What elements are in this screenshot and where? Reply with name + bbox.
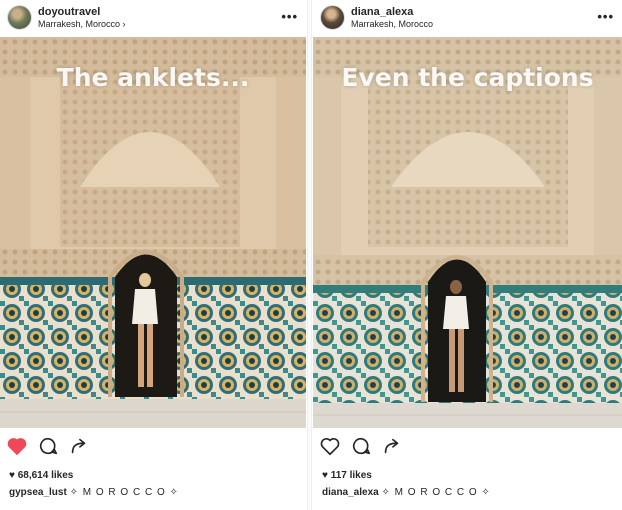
post-right: diana_alexa Marrakesh, Morocco ••• Even …: [313, 0, 622, 510]
share-icon[interactable]: [68, 435, 90, 457]
caption-username[interactable]: gypsea_lust: [9, 487, 67, 498]
post-caption: gypsea_lust ✧ M O R O C C O ✧: [9, 487, 179, 498]
post-header: diana_alexa Marrakesh, Morocco •••: [313, 0, 622, 37]
like-count[interactable]: ♥ 68,614 likes: [9, 470, 73, 481]
post-photo[interactable]: Even the captions: [313, 37, 622, 428]
post-username[interactable]: doyoutravel: [38, 6, 100, 18]
caption-username[interactable]: diana_alexa: [322, 487, 379, 498]
share-icon[interactable]: [381, 435, 403, 457]
photo-overlay-text: The anklets...: [56, 63, 250, 92]
post-username[interactable]: diana_alexa: [351, 6, 413, 18]
caption-text: ✧ M O R O C C O ✧: [69, 487, 179, 498]
post-photo[interactable]: The anklets...: [0, 37, 306, 428]
avatar[interactable]: [320, 5, 345, 30]
likes-text: 117 likes: [330, 470, 372, 481]
avatar[interactable]: [7, 5, 32, 30]
location-text: Marrakesh, Morocco: [38, 19, 121, 29]
courtyard-photo: [0, 37, 306, 428]
caption-text: ✧ M O R O C C O ✧: [381, 487, 491, 498]
heart-icon: ♥: [322, 470, 328, 481]
post-actions: [0, 431, 306, 461]
post-caption: diana_alexa ✧ M O R O C C O ✧: [322, 487, 491, 498]
more-options-icon[interactable]: •••: [597, 9, 614, 24]
post-location[interactable]: Marrakesh, Morocco ›: [38, 19, 126, 29]
comment-icon[interactable]: [37, 435, 59, 457]
comment-icon[interactable]: [350, 435, 372, 457]
more-options-icon[interactable]: •••: [281, 9, 298, 24]
heart-icon: ♥: [9, 470, 15, 481]
chevron-right-icon: ›: [122, 19, 126, 29]
heart-icon[interactable]: [319, 435, 341, 457]
post-divider: [307, 0, 312, 510]
like-count[interactable]: ♥ 117 likes: [322, 470, 372, 481]
heart-icon[interactable]: [6, 435, 28, 457]
post-left: doyoutravel Marrakesh, Morocco › ••• The…: [0, 0, 306, 510]
courtyard-photo: [313, 37, 622, 428]
post-header: doyoutravel Marrakesh, Morocco › •••: [0, 0, 306, 37]
likes-text: 68,614 likes: [17, 470, 74, 481]
photo-overlay-text: Even the captions: [341, 63, 594, 92]
post-location[interactable]: Marrakesh, Morocco: [351, 19, 433, 29]
post-actions: [313, 431, 622, 461]
